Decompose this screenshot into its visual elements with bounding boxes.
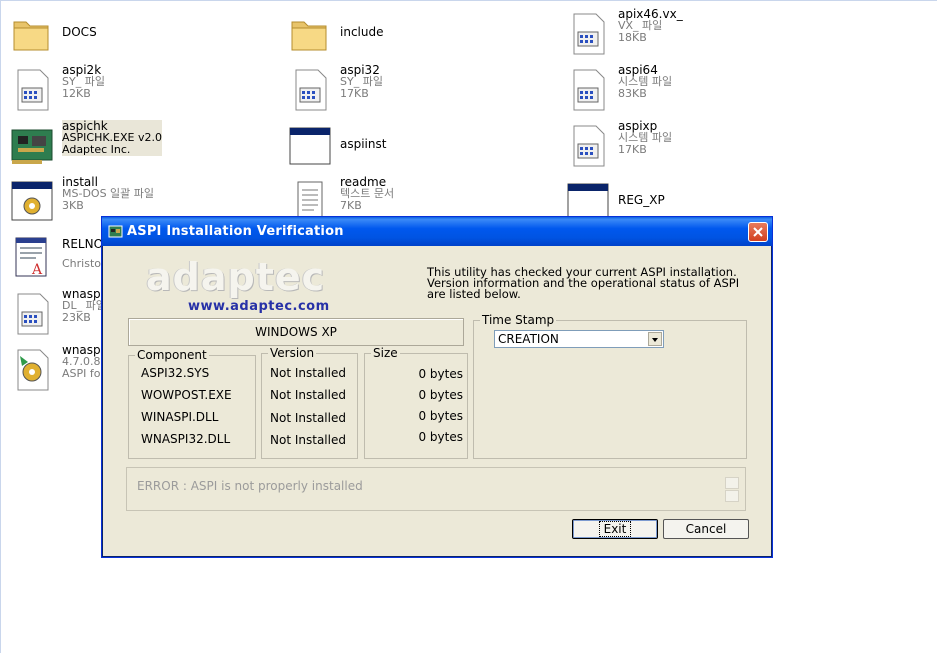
file-desc: ASPI fo	[62, 367, 101, 380]
system-file-icon	[573, 125, 605, 167]
adaptec-logo: adaptec www.adaptec.com	[146, 255, 366, 317]
file-item-aspi2k[interactable]: aspi2k SY_ 파일 12KB	[4, 64, 264, 116]
component-size: 0 bytes	[418, 388, 463, 402]
svg-text:A: A	[31, 262, 43, 278]
file-company: Adaptec Inc.	[62, 143, 131, 156]
system-file-icon	[17, 69, 49, 111]
component-name: ASPI32.SYS	[141, 366, 210, 380]
info-line: are listed below.	[427, 287, 521, 301]
batch-file-icon	[11, 181, 53, 221]
component-version: Not Installed	[270, 411, 346, 425]
info-text: This utility has checked your current AS…	[427, 266, 747, 301]
system-file-icon	[17, 293, 49, 335]
exit-button[interactable]: Exit	[572, 519, 658, 539]
file-item-aspichk[interactable]: aspichk ASPICHK.EXE v2.0 Adaptec Inc.	[4, 120, 264, 172]
aspi-verification-dialog: ASPI Installation Verification adaptec w…	[101, 216, 773, 558]
message-scrollbar[interactable]	[725, 477, 739, 503]
file-name: DOCS	[62, 25, 97, 39]
dialog-title: ASPI Installation Verification	[127, 224, 344, 239]
close-icon	[753, 227, 763, 237]
timestamp-label: Time Stamp	[480, 313, 557, 327]
file-name: aspiinst	[340, 137, 387, 151]
chevron-down-icon[interactable]	[648, 332, 662, 346]
file-item-docs[interactable]: DOCS	[4, 8, 264, 60]
component-name: WNASPI32.DLL	[141, 432, 231, 446]
size-label: Size	[371, 346, 400, 360]
file-item-include[interactable]: include	[282, 8, 542, 60]
component-label: Component	[135, 348, 209, 362]
exit-button-label: Exit	[598, 521, 632, 537]
component-version: Not Installed	[270, 433, 346, 447]
window-left-border	[0, 0, 1, 653]
window-top-border	[0, 0, 937, 1]
file-size: 83KB	[618, 87, 647, 100]
document-icon: A	[15, 237, 47, 278]
file-size: 23KB	[62, 311, 91, 324]
file-item-apix46[interactable]: apix46.vx_ VX_ 파일 18KB	[560, 8, 820, 60]
version-label: Version	[268, 346, 317, 360]
error-message: ERROR : ASPI is not properly installed	[137, 479, 363, 493]
os-version-box: WINDOWS XP	[128, 318, 464, 346]
system-file-icon	[573, 13, 605, 55]
dialog-content: adaptec www.adaptec.com This utility has…	[106, 247, 768, 553]
file-size: 17KB	[340, 87, 369, 100]
timestamp-value: CREATION	[498, 332, 559, 346]
logo-url: www.adaptec.com	[188, 299, 330, 314]
component-name: WOWPOST.EXE	[141, 388, 232, 402]
timestamp-select[interactable]: CREATION	[494, 330, 664, 348]
component-version: Not Installed	[270, 388, 346, 402]
close-button[interactable]	[748, 222, 768, 242]
system-file-icon	[573, 69, 605, 111]
file-size: 17KB	[618, 143, 647, 156]
file-item-aspixp[interactable]: aspixp 시스템 파일 17KB	[560, 120, 820, 172]
component-version: Not Installed	[270, 366, 346, 380]
dialog-title-bar[interactable]: ASPI Installation Verification	[102, 217, 772, 246]
file-item-aspi64[interactable]: aspi64 시스템 파일 83KB	[560, 64, 820, 116]
component-size: 0 bytes	[418, 367, 463, 381]
system-file-icon	[295, 69, 327, 111]
file-size: 7KB	[340, 199, 362, 212]
application-window-icon	[289, 127, 331, 165]
component-group: Component ASPI32.SYS WOWPOST.EXE WINASPI…	[128, 348, 256, 459]
error-message-box: ERROR : ASPI is not properly installed	[126, 467, 746, 511]
file-item-aspiinst[interactable]: aspiinst	[282, 120, 542, 172]
component-size: 0 bytes	[418, 409, 463, 423]
file-size: 3KB	[62, 199, 84, 212]
version-group: Version Not Installed Not Installed Not …	[261, 346, 358, 459]
file-name: include	[340, 25, 384, 39]
file-name: REG_XP	[618, 193, 665, 207]
app-icon	[108, 225, 123, 238]
cancel-button[interactable]: Cancel	[663, 519, 749, 539]
component-size: 0 bytes	[418, 430, 463, 444]
file-item-aspi32[interactable]: aspi32 SY_ 파일 17KB	[282, 64, 542, 116]
circuit-board-icon	[11, 129, 53, 164]
folder-icon	[291, 21, 327, 51]
logo-wordmark: adaptec	[146, 255, 326, 299]
dll-gear-icon	[17, 349, 49, 391]
folder-icon	[13, 21, 49, 51]
scroll-down-icon[interactable]	[725, 490, 739, 502]
file-size: 12KB	[62, 87, 91, 100]
component-name: WINASPI.DLL	[141, 410, 219, 424]
scroll-up-icon[interactable]	[725, 477, 739, 489]
file-size: 18KB	[618, 31, 647, 44]
size-group: Size 0 bytes 0 bytes 0 bytes 0 bytes	[364, 346, 468, 459]
